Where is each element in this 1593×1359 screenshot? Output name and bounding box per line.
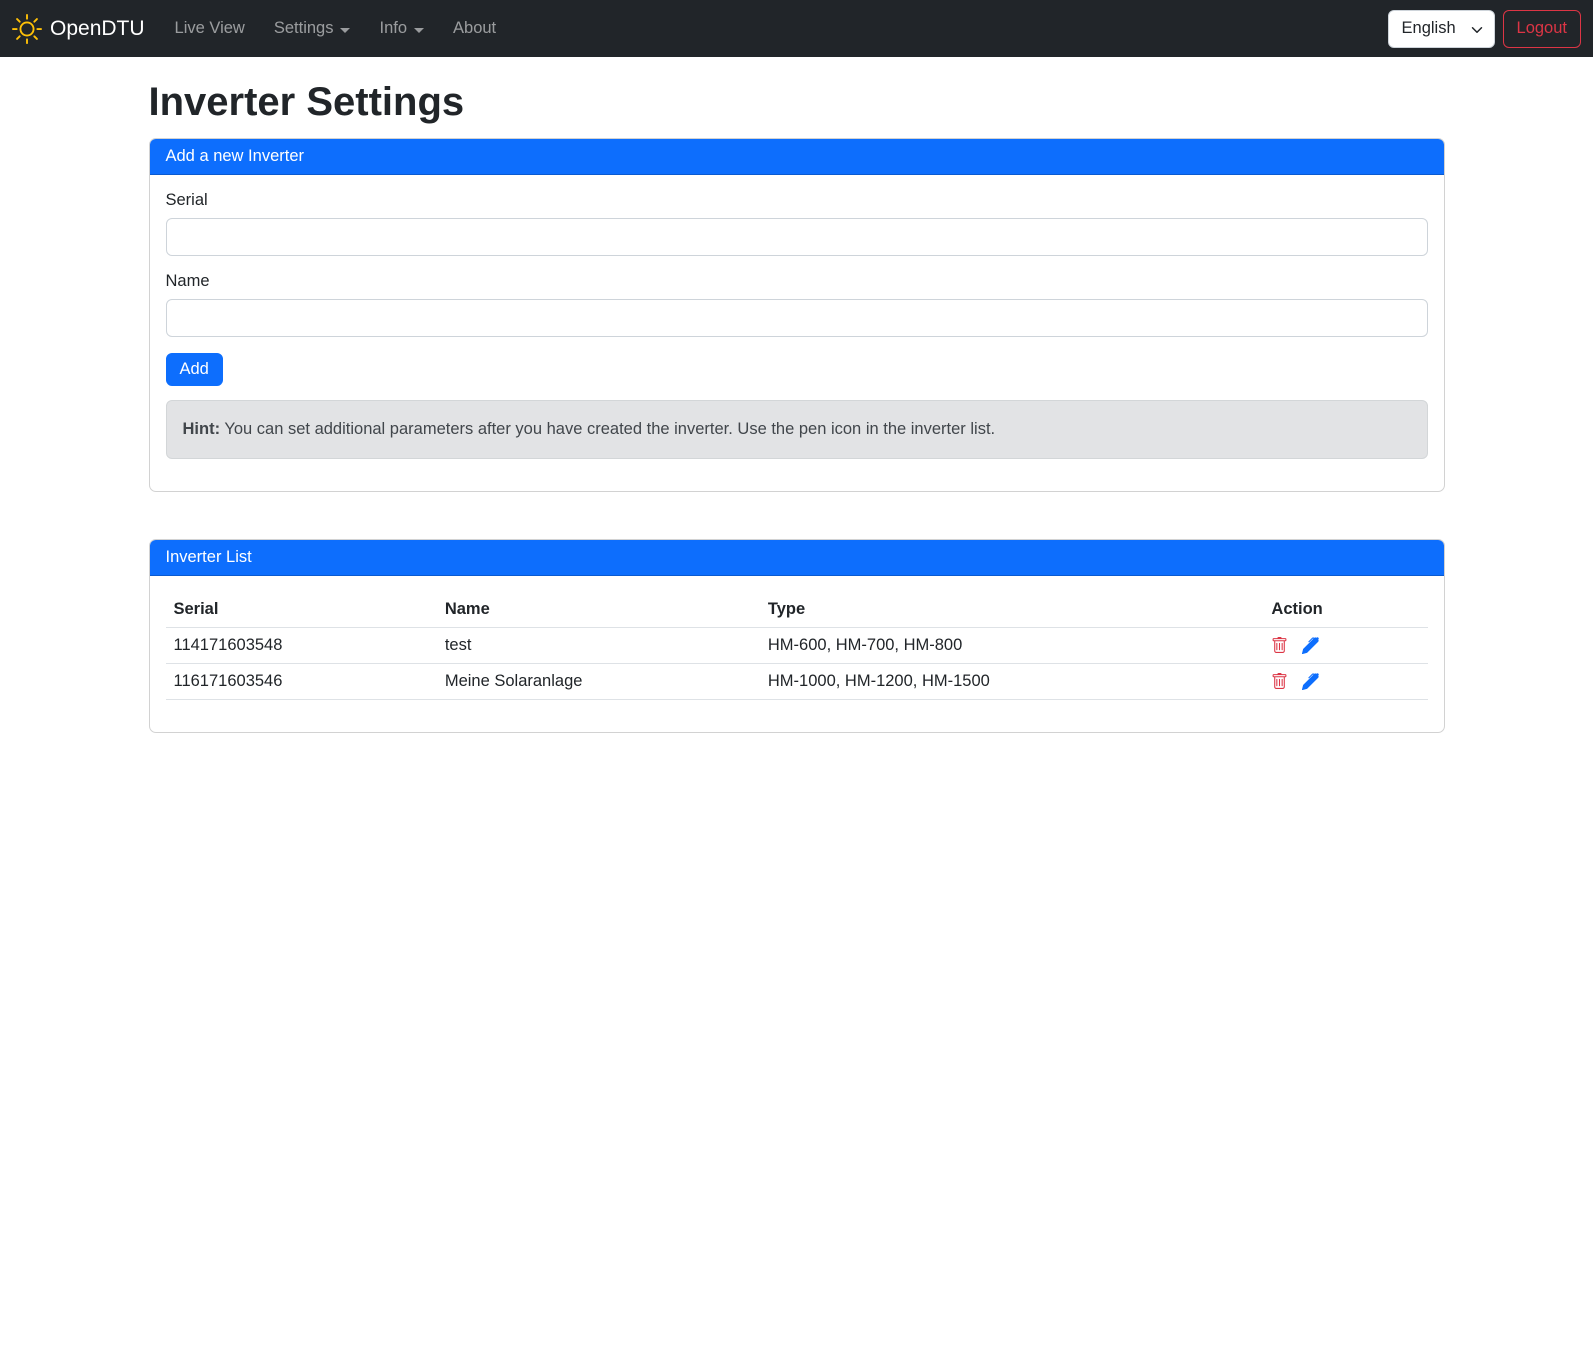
hint-text: You can set additional parameters after … [220,420,995,438]
serial-label: Serial [166,191,1428,210]
column-header-action: Action [1263,592,1427,628]
inverter-list-card-body: Serial Name Type Action 114171603548 tes… [150,576,1444,732]
add-button[interactable]: Add [166,353,223,386]
hint-alert: Hint: You can set additional parameters … [166,400,1428,459]
trash-icon [1271,637,1288,654]
table-header-row: Serial Name Type Action [166,592,1428,628]
nav-item-about[interactable]: About [445,11,504,46]
language-select[interactable]: English [1388,10,1495,48]
cell-action [1263,627,1427,663]
chevron-down-icon [340,28,350,33]
cell-type: HM-600, HM-700, HM-800 [760,627,1264,663]
add-inverter-card: Add a new Inverter Serial Name Add Hint:… [149,138,1445,492]
name-input[interactable] [166,299,1428,337]
sun-icon [12,14,42,44]
add-inverter-card-body: Serial Name Add Hint: You can set additi… [150,175,1444,491]
delete-inverter-button[interactable] [1271,637,1288,654]
inverter-table: Serial Name Type Action 114171603548 tes… [166,592,1428,700]
table-row: 114171603548 test HM-600, HM-700, HM-800 [166,627,1428,663]
hint-label: Hint: [183,420,221,438]
edit-inverter-button[interactable] [1302,673,1319,690]
nav-item-info[interactable]: Info [371,11,432,46]
inverter-list-card: Inverter List Serial Name Type Action [149,539,1445,733]
pencil-icon [1302,673,1319,690]
delete-inverter-button[interactable] [1271,673,1288,690]
brand-link[interactable]: OpenDTU [12,14,157,44]
cell-serial: 114171603548 [166,627,437,663]
main-container: Inverter Settings Add a new Inverter Ser… [137,78,1457,733]
chevron-down-icon [1471,24,1483,36]
navbar-right: English Logout [1388,10,1581,48]
navbar-menu: Live View Settings Info About [167,11,1388,46]
brand-label: OpenDTU [50,17,145,41]
nav-item-settings[interactable]: Settings [266,11,359,46]
logout-button[interactable]: Logout [1503,10,1581,48]
nav-item-live-view[interactable]: Live View [167,11,253,46]
edit-inverter-button[interactable] [1302,637,1319,654]
language-select-value: English [1402,19,1456,38]
top-navbar: OpenDTU Live View Settings Info About En… [0,0,1593,57]
cell-type: HM-1000, HM-1200, HM-1500 [760,663,1264,699]
table-row: 116171603546 Meine Solaranlage HM-1000, … [166,663,1428,699]
serial-input[interactable] [166,218,1428,256]
name-label: Name [166,272,1428,291]
trash-icon [1271,673,1288,690]
column-header-type: Type [760,592,1264,628]
pencil-icon [1302,637,1319,654]
cell-name: Meine Solaranlage [437,663,760,699]
column-header-name: Name [437,592,760,628]
cell-action [1263,663,1427,699]
column-header-serial: Serial [166,592,437,628]
add-inverter-card-header: Add a new Inverter [150,139,1444,175]
inverter-list-card-header: Inverter List [150,540,1444,576]
chevron-down-icon [414,28,424,33]
cell-serial: 116171603546 [166,663,437,699]
cell-name: test [437,627,760,663]
page-title: Inverter Settings [149,78,1445,126]
